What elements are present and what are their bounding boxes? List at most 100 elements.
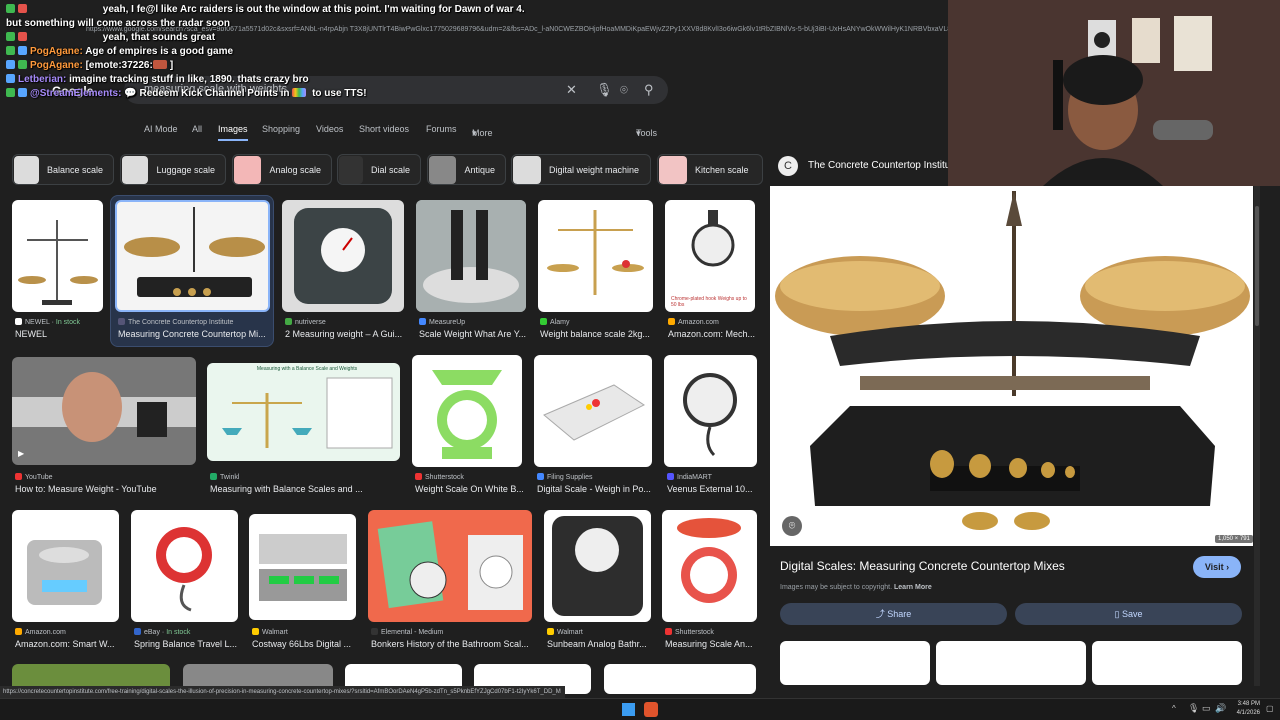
result-title[interactable]: Amazon.com: Mech... — [668, 329, 758, 339]
chip-luggage-scale[interactable]: Luggage scale — [120, 154, 226, 185]
result-source: Filing Supplies — [537, 473, 652, 481]
tab-videos[interactable]: Videos — [316, 124, 343, 134]
result-image[interactable] — [282, 200, 404, 312]
favicon-icon — [667, 473, 674, 480]
volume-icon[interactable]: 🔊 — [1215, 703, 1226, 714]
result-image[interactable] — [131, 510, 238, 622]
result-image[interactable] — [604, 664, 756, 694]
favicon-icon — [252, 628, 259, 635]
result-image[interactable] — [416, 200, 526, 312]
result-title[interactable]: Digital Scale - Weigh in Po... — [537, 484, 652, 494]
jewelry-scale-image — [27, 540, 102, 605]
share-button[interactable]: ⤴ Share — [780, 603, 1007, 625]
result-title[interactable]: Amazon.com: Smart W... — [15, 639, 120, 649]
result-image[interactable] — [544, 510, 651, 622]
favicon-icon — [134, 628, 141, 635]
microphone-icon[interactable]: 🎙 — [596, 82, 613, 98]
windows-start-icon[interactable] — [622, 703, 635, 716]
network-icon[interactable]: ▭ — [1202, 703, 1211, 714]
result-image[interactable] — [249, 514, 356, 620]
stream-chat-overlay: yeah, I fe@l like Arc raiders is out the… — [0, 0, 560, 104]
chip-kitchen-scale[interactable]: Kitchen scale — [657, 154, 763, 185]
result-source: Amazon.com — [668, 318, 758, 326]
badge-icon — [6, 46, 15, 55]
result-source: YouTube — [15, 473, 195, 481]
result-image[interactable] — [412, 355, 522, 467]
search-icon[interactable]: ⚲ — [644, 82, 654, 98]
result-title[interactable]: Veenus External 10... — [667, 484, 757, 494]
brave-browser-icon[interactable] — [644, 702, 658, 717]
result-image[interactable] — [534, 355, 652, 467]
antique-scale-image — [124, 207, 265, 297]
favicon-icon — [547, 628, 554, 635]
result-title[interactable]: Measuring Concrete Countertop Mi... — [118, 329, 268, 339]
result-title[interactable]: Weight balance scale 2kg... — [540, 329, 655, 339]
badge-icon — [18, 4, 27, 13]
kick-points-icon — [292, 88, 307, 97]
result-image[interactable] — [12, 510, 119, 622]
feet-on-scale-image — [416, 200, 526, 312]
result-title[interactable]: Costway 66Lbs Digital ... — [252, 639, 357, 649]
learn-more-link[interactable]: Learn More — [894, 584, 932, 591]
result-image[interactable] — [368, 510, 532, 622]
result-image[interactable] — [538, 200, 653, 312]
chip-analog-scale[interactable]: Analog scale — [232, 154, 332, 185]
result-title[interactable]: How to: Measure Weight - YouTube — [15, 484, 195, 494]
result-image[interactable] — [662, 510, 757, 622]
search-tabs: AI Mode All Images Shopping Videos Short… — [0, 120, 760, 142]
panel-scrollbar[interactable] — [1254, 186, 1260, 686]
result-image[interactable] — [664, 355, 757, 467]
result-source: Amazon.com — [15, 628, 120, 636]
related-image[interactable] — [936, 641, 1086, 685]
microphone-tray-icon[interactable]: 🎙 — [1188, 703, 1199, 714]
result-title[interactable]: Measuring Scale An... — [665, 639, 760, 649]
result-title[interactable]: Measuring with Balance Scales and ... — [210, 484, 400, 494]
tab-short-videos[interactable]: Short videos — [359, 124, 409, 134]
result-image[interactable]: Chrome-plated hook Weighs up to 50 lbs — [665, 200, 755, 312]
scrollbar-thumb[interactable] — [1255, 206, 1259, 326]
balance-scale-image — [18, 220, 98, 305]
save-button[interactable]: ▯ Save — [1015, 603, 1242, 625]
tab-shopping[interactable]: Shopping — [262, 124, 300, 134]
related-image[interactable] — [780, 641, 930, 685]
tab-images[interactable]: Images — [218, 124, 248, 134]
tab-ai-mode[interactable]: AI Mode — [144, 124, 178, 134]
tray-chevron-icon[interactable]: ^ — [1172, 704, 1176, 713]
tab-all[interactable]: All — [192, 124, 202, 134]
badge-icon — [6, 60, 15, 69]
result-image[interactable] — [12, 200, 103, 312]
result-title[interactable]: Sunbeam Analog Bathr... — [547, 639, 652, 649]
related-image[interactable] — [1092, 641, 1242, 685]
result-source: nutriverse — [285, 318, 403, 326]
lens-search-icon[interactable]: ⌾ — [782, 516, 802, 536]
result-title[interactable]: NEWEL — [15, 329, 110, 339]
chevron-right-icon: › — [1226, 562, 1230, 572]
result-title[interactable]: 2 Measuring weight – A Gui... — [285, 329, 403, 339]
kitchen-scale-image — [432, 370, 502, 459]
chip-dial-scale[interactable]: Dial scale — [337, 154, 421, 185]
digital-scale-image — [543, 384, 645, 441]
play-icon: ▶ — [18, 449, 25, 458]
visit-button[interactable]: Visit › — [1193, 556, 1241, 578]
tab-forums[interactable]: Forums — [426, 124, 457, 134]
clock[interactable]: 3:48 PM 4/1/2026 — [1232, 700, 1260, 718]
result-image[interactable]: Measuring with a Balance Scale and Weigh… — [207, 363, 400, 461]
result-image[interactable]: ▶ — [12, 357, 196, 465]
clear-icon[interactable]: ✕ — [566, 82, 577, 98]
chevron-down-icon: ▾ — [636, 128, 641, 138]
result-title[interactable]: Scale Weight What Are Y... — [419, 329, 527, 339]
result-title[interactable]: Spring Balance Travel L... — [134, 639, 239, 649]
preview-image[interactable]: ⌾ — [770, 186, 1253, 546]
panel-title[interactable]: Digital Scales: Measuring Concrete Count… — [780, 559, 1065, 573]
result-image[interactable] — [115, 200, 270, 312]
result-title[interactable]: Weight Scale On White B... — [415, 484, 523, 494]
lens-icon[interactable]: ⌾ — [620, 82, 628, 98]
badge-icon — [6, 32, 15, 41]
chip-digital-weight-machine[interactable]: Digital weight machine — [511, 154, 651, 185]
chip-balance-scale[interactable]: Balance scale — [12, 154, 114, 185]
result-title[interactable]: Bonkers History of the Bathroom Scal... — [371, 639, 531, 649]
notifications-icon[interactable]: ▢ — [1266, 704, 1274, 713]
result-source: IndiaMART — [667, 473, 757, 481]
bathroom-scales-collage-image — [377, 521, 523, 610]
chip-antique[interactable]: Antique — [427, 154, 506, 185]
